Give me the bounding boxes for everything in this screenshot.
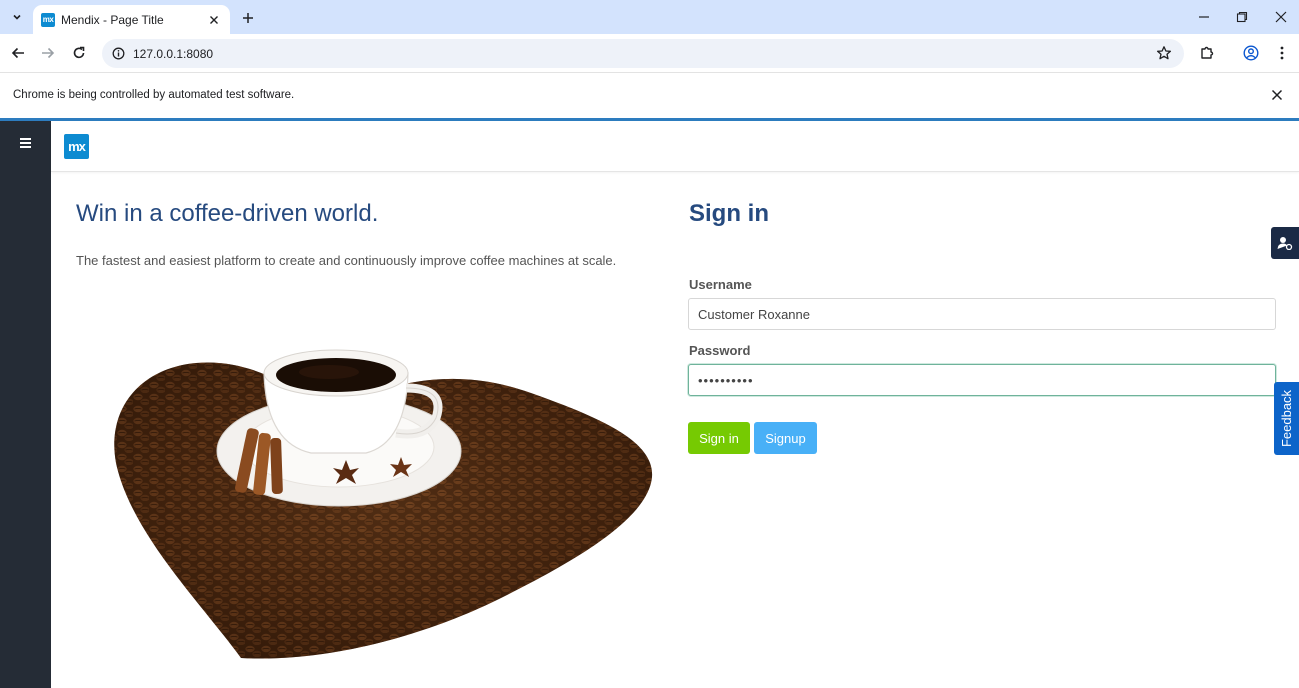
hero-subtitle: The fastest and easiest platform to crea… bbox=[76, 253, 617, 268]
username-input[interactable]: Customer Roxanne bbox=[688, 298, 1276, 330]
star-icon[interactable] bbox=[1156, 45, 1172, 61]
plus-icon[interactable] bbox=[238, 8, 258, 28]
tab-search-icon[interactable] bbox=[6, 6, 28, 28]
automation-infobar: Chrome is being controlled by automated … bbox=[0, 73, 1299, 119]
coffee-heart-image bbox=[114, 349, 653, 659]
tab-strip: mx Mendix - Page Title bbox=[0, 0, 1299, 34]
kebab-menu-icon[interactable] bbox=[1271, 42, 1293, 64]
browser-tab[interactable]: mx Mendix - Page Title bbox=[33, 5, 230, 34]
feedback-tab[interactable]: Feedback bbox=[1274, 382, 1299, 455]
user-settings-icon[interactable] bbox=[1271, 227, 1299, 259]
profile-icon[interactable] bbox=[1240, 42, 1262, 64]
extensions-icon[interactable] bbox=[1196, 42, 1218, 64]
app-header: mx bbox=[51, 121, 1299, 172]
back-arrow-icon[interactable] bbox=[7, 42, 29, 64]
close-icon[interactable] bbox=[1271, 88, 1287, 104]
password-label: Password bbox=[689, 343, 751, 358]
minimize-icon[interactable] bbox=[1194, 7, 1214, 27]
browser-toolbar: 127.0.0.1:8080 bbox=[0, 34, 1299, 73]
mendix-favicon-icon: mx bbox=[41, 12, 55, 27]
main-content: Win in a coffee-driven world. The fastes… bbox=[51, 173, 1299, 688]
tab-title: Mendix - Page Title bbox=[61, 12, 164, 27]
url-text: 127.0.0.1:8080 bbox=[133, 46, 214, 61]
signin-button[interactable]: Sign in bbox=[688, 422, 750, 454]
username-label: Username bbox=[689, 277, 752, 292]
reload-icon[interactable] bbox=[68, 42, 90, 64]
password-input[interactable]: •••••••••• bbox=[688, 364, 1276, 396]
close-window-icon[interactable] bbox=[1271, 7, 1291, 27]
app-viewport: mx Win in a coffee-driven world. The fas… bbox=[0, 118, 1299, 688]
forward-arrow-icon[interactable] bbox=[37, 42, 59, 64]
restore-icon[interactable] bbox=[1232, 7, 1252, 27]
signup-button[interactable]: Signup bbox=[754, 422, 817, 454]
signin-title: Sign in bbox=[689, 200, 769, 227]
info-icon[interactable] bbox=[110, 46, 126, 62]
sidebar bbox=[0, 121, 51, 688]
hero-title: Win in a coffee-driven world. bbox=[76, 200, 379, 227]
close-icon[interactable] bbox=[206, 12, 222, 28]
mendix-logo[interactable]: mx bbox=[64, 134, 89, 159]
infobar-text: Chrome is being controlled by automated … bbox=[13, 89, 295, 101]
hamburger-icon[interactable] bbox=[20, 138, 31, 149]
feedback-label: Feedback bbox=[1279, 389, 1294, 448]
address-bar[interactable]: 127.0.0.1:8080 bbox=[102, 39, 1184, 68]
